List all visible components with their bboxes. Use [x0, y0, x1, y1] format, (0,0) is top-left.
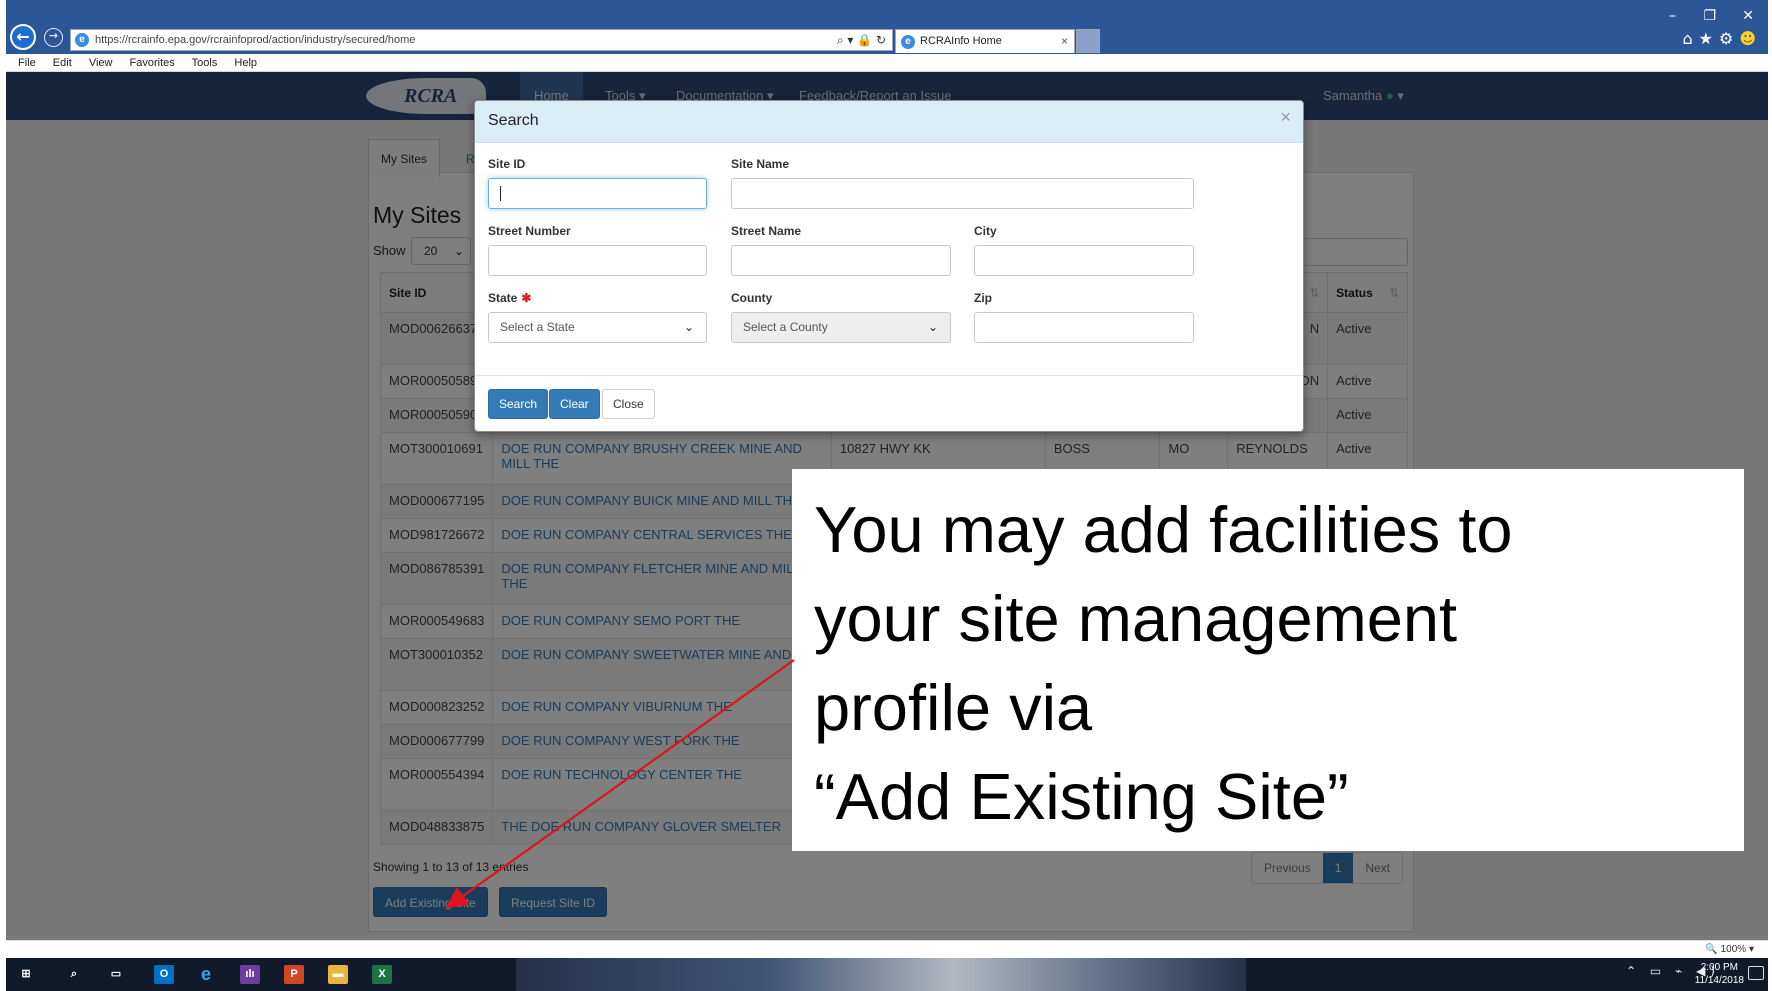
file-explorer-icon[interactable]: ▬ [328, 965, 348, 984]
menu-tools[interactable]: Tools [192, 57, 218, 69]
state-select-placeholder: Select a State [500, 320, 575, 334]
app-chart-icon[interactable]: ılı [240, 965, 260, 984]
site-id-input[interactable] [488, 178, 707, 209]
taskbar-wallpaper [516, 958, 1246, 991]
city-label: City [974, 224, 997, 238]
windows-start-icon[interactable]: ⊞ [16, 965, 36, 984]
windows-taskbar: ⊞ ⌕ ▭ O e ılı P ▬ X ⌃ ▭ ⌁ ◀) 2:00 PM 11/1… [6, 958, 1768, 991]
new-tab-button[interactable] [1076, 29, 1100, 53]
feedback-smiley-icon[interactable]: ☻ [1739, 29, 1762, 48]
street-name-label: Street Name [731, 224, 802, 238]
minimize-icon[interactable]: – [1669, 8, 1676, 24]
chevron-down-icon: ⌄ [927, 320, 938, 334]
browser-toolbar-icons[interactable]: ⌂★⚙☻ [1682, 29, 1762, 48]
home-icon[interactable]: ⌂ [1682, 29, 1698, 48]
street-number-label: Street Number [488, 224, 571, 238]
required-asterisk-icon: ✱ [521, 291, 532, 305]
tab-close-icon[interactable]: × [1061, 30, 1068, 53]
powerpoint-icon[interactable]: P [284, 965, 304, 984]
restore-icon[interactable]: ❐ [1703, 8, 1716, 24]
modal-title: Search [488, 112, 539, 129]
annotation-text: You may add facilities to your site mana… [814, 493, 1513, 833]
zoom-control[interactable]: 🔍 100% ▾ [1705, 941, 1754, 958]
site-name-input[interactable] [731, 178, 1194, 209]
clock-time: 2:00 PM [1700, 962, 1738, 973]
clear-button[interactable]: Clear [549, 389, 600, 419]
ie-page-icon: e [75, 33, 89, 47]
clock-date: 11/14/2018 [1694, 975, 1744, 986]
forward-button[interactable]: → [44, 28, 63, 47]
search-modal: Search × Site ID Site Name Street Number… [474, 100, 1304, 432]
state-label: State ✱ [488, 291, 532, 305]
city-input[interactable] [974, 245, 1194, 276]
outlook-icon[interactable]: O [154, 965, 174, 984]
site-name-label: Site Name [731, 157, 790, 171]
search-lock-refresh-icons[interactable]: ⌕ ▾ 🔒 ↻ [837, 30, 886, 50]
menu-favorites[interactable]: Favorites [130, 57, 175, 69]
modal-header [475, 101, 1303, 143]
internet-explorer-icon[interactable]: e [196, 965, 216, 984]
annotation-callout: You may add facilities to your site mana… [792, 469, 1744, 851]
search-button[interactable]: Search [488, 389, 549, 419]
favorites-star-icon[interactable]: ★ [1699, 29, 1719, 48]
tab-title: RCRAInfo Home [920, 35, 1002, 47]
menu-view[interactable]: View [89, 57, 113, 69]
state-select[interactable]: Select a State ⌄ [488, 312, 707, 343]
county-label: County [731, 291, 773, 305]
notification-icon[interactable] [1748, 966, 1764, 980]
excel-icon[interactable]: X [372, 965, 392, 984]
stage: ← → e https://rcrainfo.epa.gov/rcrainfop… [0, 0, 1772, 991]
browser-status-bar: 🔍 100% ▾ [6, 940, 1768, 958]
street-name-input[interactable] [731, 245, 951, 276]
menu-edit[interactable]: Edit [53, 57, 72, 69]
address-url: https://rcrainfo.epa.gov/rcrainfoprod/ac… [95, 34, 416, 46]
back-button[interactable]: ← [10, 24, 36, 50]
task-view-icon[interactable]: ▭ [106, 965, 126, 984]
address-bar[interactable]: e https://rcrainfo.epa.gov/rcrainfoprod/… [70, 29, 893, 51]
modal-close-icon[interactable]: × [1280, 107, 1291, 128]
zip-label: Zip [974, 291, 992, 305]
screen: ← → e https://rcrainfo.epa.gov/rcrainfop… [6, 0, 1768, 991]
chevron-down-icon: ⌄ [683, 320, 694, 334]
menu-help[interactable]: Help [234, 57, 257, 69]
menu-bar: File Edit View Favorites Tools Help [6, 54, 1768, 72]
zip-input[interactable] [974, 312, 1194, 343]
street-number-input[interactable] [488, 245, 707, 276]
site-id-label: Site ID [488, 157, 526, 171]
text-cursor [500, 186, 501, 202]
ie-tab-icon: e [901, 35, 915, 49]
browser-tab[interactable]: e RCRAInfo Home × [895, 29, 1075, 53]
modal-footer-divider [475, 375, 1303, 376]
county-select-placeholder: Select a County [743, 320, 828, 334]
window-close-icon[interactable]: ✕ [1742, 8, 1754, 24]
gear-icon[interactable]: ⚙ [1719, 29, 1739, 48]
menu-file[interactable]: File [18, 57, 36, 69]
close-button[interactable]: Close [602, 389, 655, 419]
county-select[interactable]: Select a County ⌄ [731, 312, 951, 343]
taskbar-clock[interactable]: 2:00 PM 11/14/2018 [1695, 961, 1744, 987]
search-icon[interactable]: ⌕ [64, 965, 84, 984]
